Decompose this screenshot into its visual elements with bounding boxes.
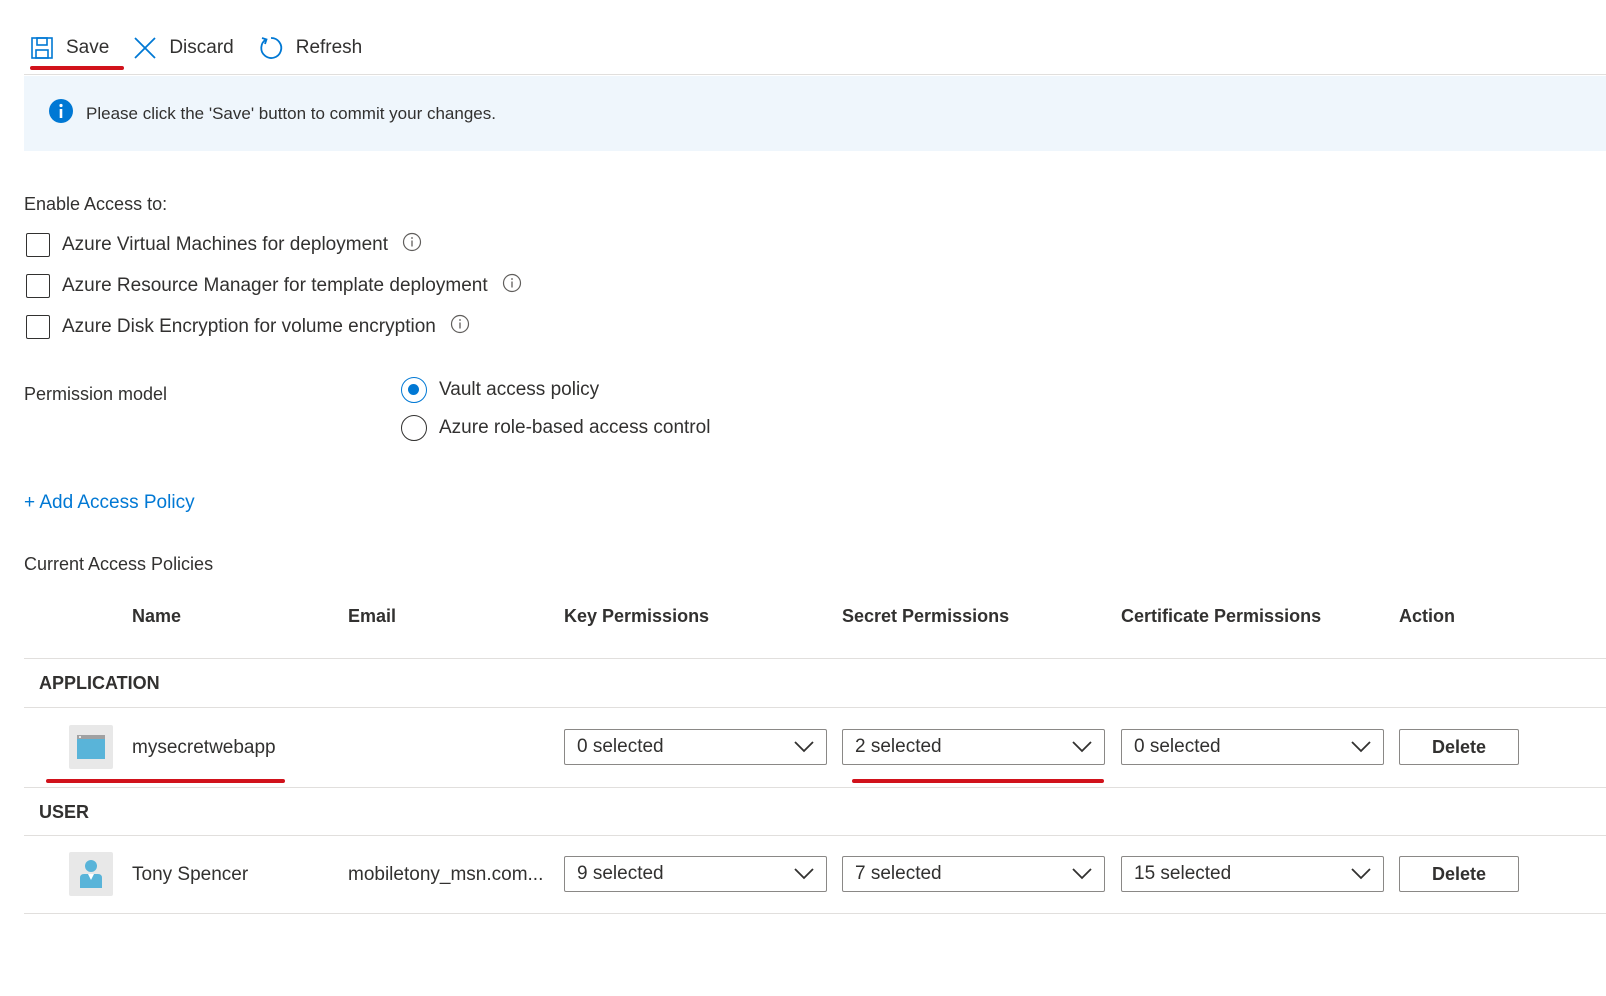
key-permissions-dropdown[interactable]: 9 selected	[564, 856, 827, 892]
save-label: Save	[66, 37, 110, 58]
certificate-permissions-value: 0 selected	[1134, 736, 1221, 757]
permission-model-label: Permission model	[24, 384, 168, 404]
save-highlight-underline	[30, 66, 124, 70]
enable-access-label: Enable Access to:	[24, 194, 168, 214]
checkbox-row-arm: Azure Resource Manager for template depl…	[26, 273, 522, 299]
policy-name: Tony Spencer	[132, 864, 249, 885]
group-divider	[24, 835, 1606, 836]
app-icon	[69, 725, 113, 769]
secret-permissions-value: 2 selected	[855, 736, 942, 757]
secret-permissions-value: 7 selected	[855, 863, 942, 884]
chevron-down-icon	[1351, 741, 1371, 753]
discard-icon	[133, 36, 157, 60]
rbac-radio[interactable]	[401, 415, 427, 441]
disk-encryption-label: Azure Disk Encryption for volume encrypt…	[62, 316, 436, 337]
vault-access-policy-radio[interactable]	[401, 377, 427, 403]
group-label-user: USER	[39, 802, 90, 822]
group-divider	[24, 707, 1606, 708]
secret-permissions-dropdown[interactable]: 7 selected	[842, 856, 1105, 892]
current-policies-title: Current Access Policies	[24, 554, 214, 574]
chevron-down-icon	[794, 868, 814, 880]
arm-deployment-label: Azure Resource Manager for template depl…	[62, 275, 488, 296]
delete-button[interactable]: Delete	[1399, 856, 1519, 892]
info-circle-icon[interactable]	[450, 314, 470, 340]
save-icon	[30, 36, 54, 60]
column-header-secret-permissions: Secret Permissions	[842, 606, 1010, 626]
header-divider	[24, 658, 1606, 659]
certificate-permissions-dropdown[interactable]: 15 selected	[1121, 856, 1384, 892]
arm-deployment-checkbox[interactable]	[26, 274, 50, 298]
name-highlight-underline	[46, 779, 285, 783]
save-button[interactable]: Save	[30, 28, 109, 68]
column-header-key-permissions: Key Permissions	[564, 606, 710, 626]
info-circle-icon[interactable]	[502, 273, 522, 299]
column-header-email: Email	[348, 606, 397, 626]
key-permissions-dropdown[interactable]: 0 selected	[564, 729, 827, 765]
chevron-down-icon	[794, 741, 814, 753]
key-permissions-value: 0 selected	[577, 736, 664, 757]
discard-label: Discard	[169, 37, 234, 58]
secret-highlight-underline	[852, 779, 1104, 783]
chevron-down-icon	[1072, 868, 1092, 880]
chevron-down-icon	[1072, 741, 1092, 753]
column-header-name: Name	[132, 606, 182, 626]
info-banner: Please click the 'Save' button to commit…	[24, 76, 1606, 151]
certificate-permissions-dropdown[interactable]: 0 selected	[1121, 729, 1384, 765]
group-label-application: APPLICATION	[39, 673, 160, 693]
refresh-label: Refresh	[295, 37, 363, 58]
disk-encryption-checkbox[interactable]	[26, 315, 50, 339]
row-divider	[24, 913, 1606, 914]
vault-access-policy-label: Vault access policy	[439, 379, 600, 400]
vm-deployment-label: Azure Virtual Machines for deployment	[62, 234, 388, 255]
vm-deployment-checkbox[interactable]	[26, 233, 50, 257]
user-icon	[69, 852, 113, 896]
chevron-down-icon	[1351, 868, 1371, 880]
rbac-option[interactable]: Azure role-based access control	[401, 415, 710, 441]
key-permissions-value: 9 selected	[577, 863, 664, 884]
vault-access-policy-option[interactable]: Vault access policy	[401, 377, 599, 403]
column-header-certificate-permissions: Certificate Permissions	[1121, 606, 1322, 626]
checkbox-row-disk: Azure Disk Encryption for volume encrypt…	[26, 314, 470, 340]
info-circle-icon[interactable]	[402, 232, 422, 258]
info-icon	[48, 98, 74, 129]
checkbox-row-vm: Azure Virtual Machines for deployment	[26, 232, 422, 258]
add-access-policy-link[interactable]: + Add Access Policy	[24, 492, 195, 514]
row-divider	[24, 787, 1606, 788]
column-header-action: Action	[1399, 606, 1455, 626]
command-bar: Save Discard Refresh	[30, 28, 386, 68]
policy-name: mysecretwebapp	[132, 737, 276, 758]
certificate-permissions-value: 15 selected	[1134, 863, 1232, 884]
toolbar-divider	[24, 74, 1606, 75]
secret-permissions-dropdown[interactable]: 2 selected	[842, 729, 1105, 765]
refresh-icon	[258, 35, 284, 61]
rbac-label: Azure role-based access control	[439, 417, 711, 438]
info-message: Please click the 'Save' button to commit…	[86, 103, 496, 123]
discard-button[interactable]: Discard	[133, 28, 234, 68]
policy-email: mobiletony_msn.com...	[348, 864, 544, 885]
refresh-button[interactable]: Refresh	[258, 28, 363, 68]
delete-button[interactable]: Delete	[1399, 729, 1519, 765]
